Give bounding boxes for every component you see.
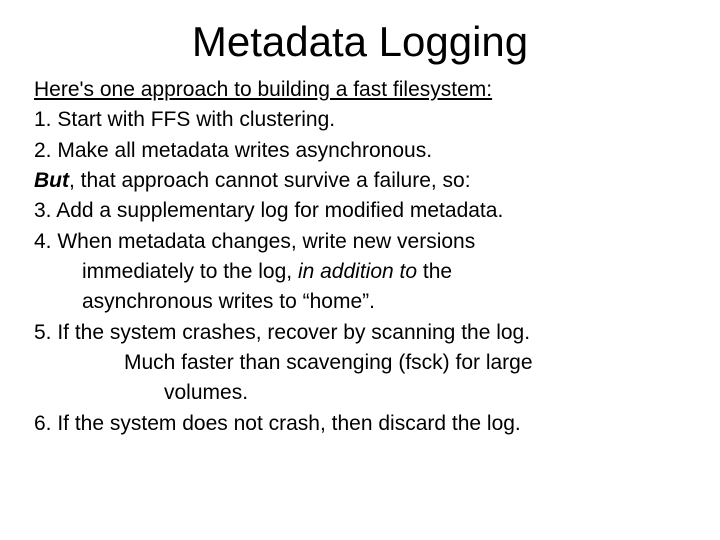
list-item: 1. Start with FFS with clustering. [34, 106, 686, 134]
slide-body: Here's one approach to building a fast f… [34, 76, 686, 438]
slide-title: Metadata Logging [34, 18, 686, 66]
li4b-post: the [417, 260, 452, 283]
list-item: 3. Add a supplementary log for modified … [34, 197, 686, 225]
slide: Metadata Logging Here's one approach to … [0, 0, 720, 540]
list-item-cont: immediately to the log, in addition to t… [34, 258, 686, 286]
but-line: But, that approach cannot survive a fail… [34, 167, 686, 195]
li4b-pre: immediately to the log, [82, 260, 298, 283]
subnote: Much faster than scavenging (fsck) for l… [34, 349, 686, 377]
li4b-em: in addition to [298, 260, 417, 283]
lead-line: Here's one approach to building a fast f… [34, 76, 686, 104]
list-item-cont: asynchronous writes to “home”. [34, 288, 686, 316]
list-item: 4. When metadata changes, write new vers… [34, 228, 686, 256]
but-rest: , that approach cannot survive a failure… [69, 169, 471, 192]
list-item: 6. If the system does not crash, then di… [34, 410, 686, 438]
subnote: volumes. [34, 379, 686, 407]
list-item: 2. Make all metadata writes asynchronous… [34, 137, 686, 165]
list-item: 5. If the system crashes, recover by sca… [34, 319, 686, 347]
but-word: But [34, 169, 69, 192]
